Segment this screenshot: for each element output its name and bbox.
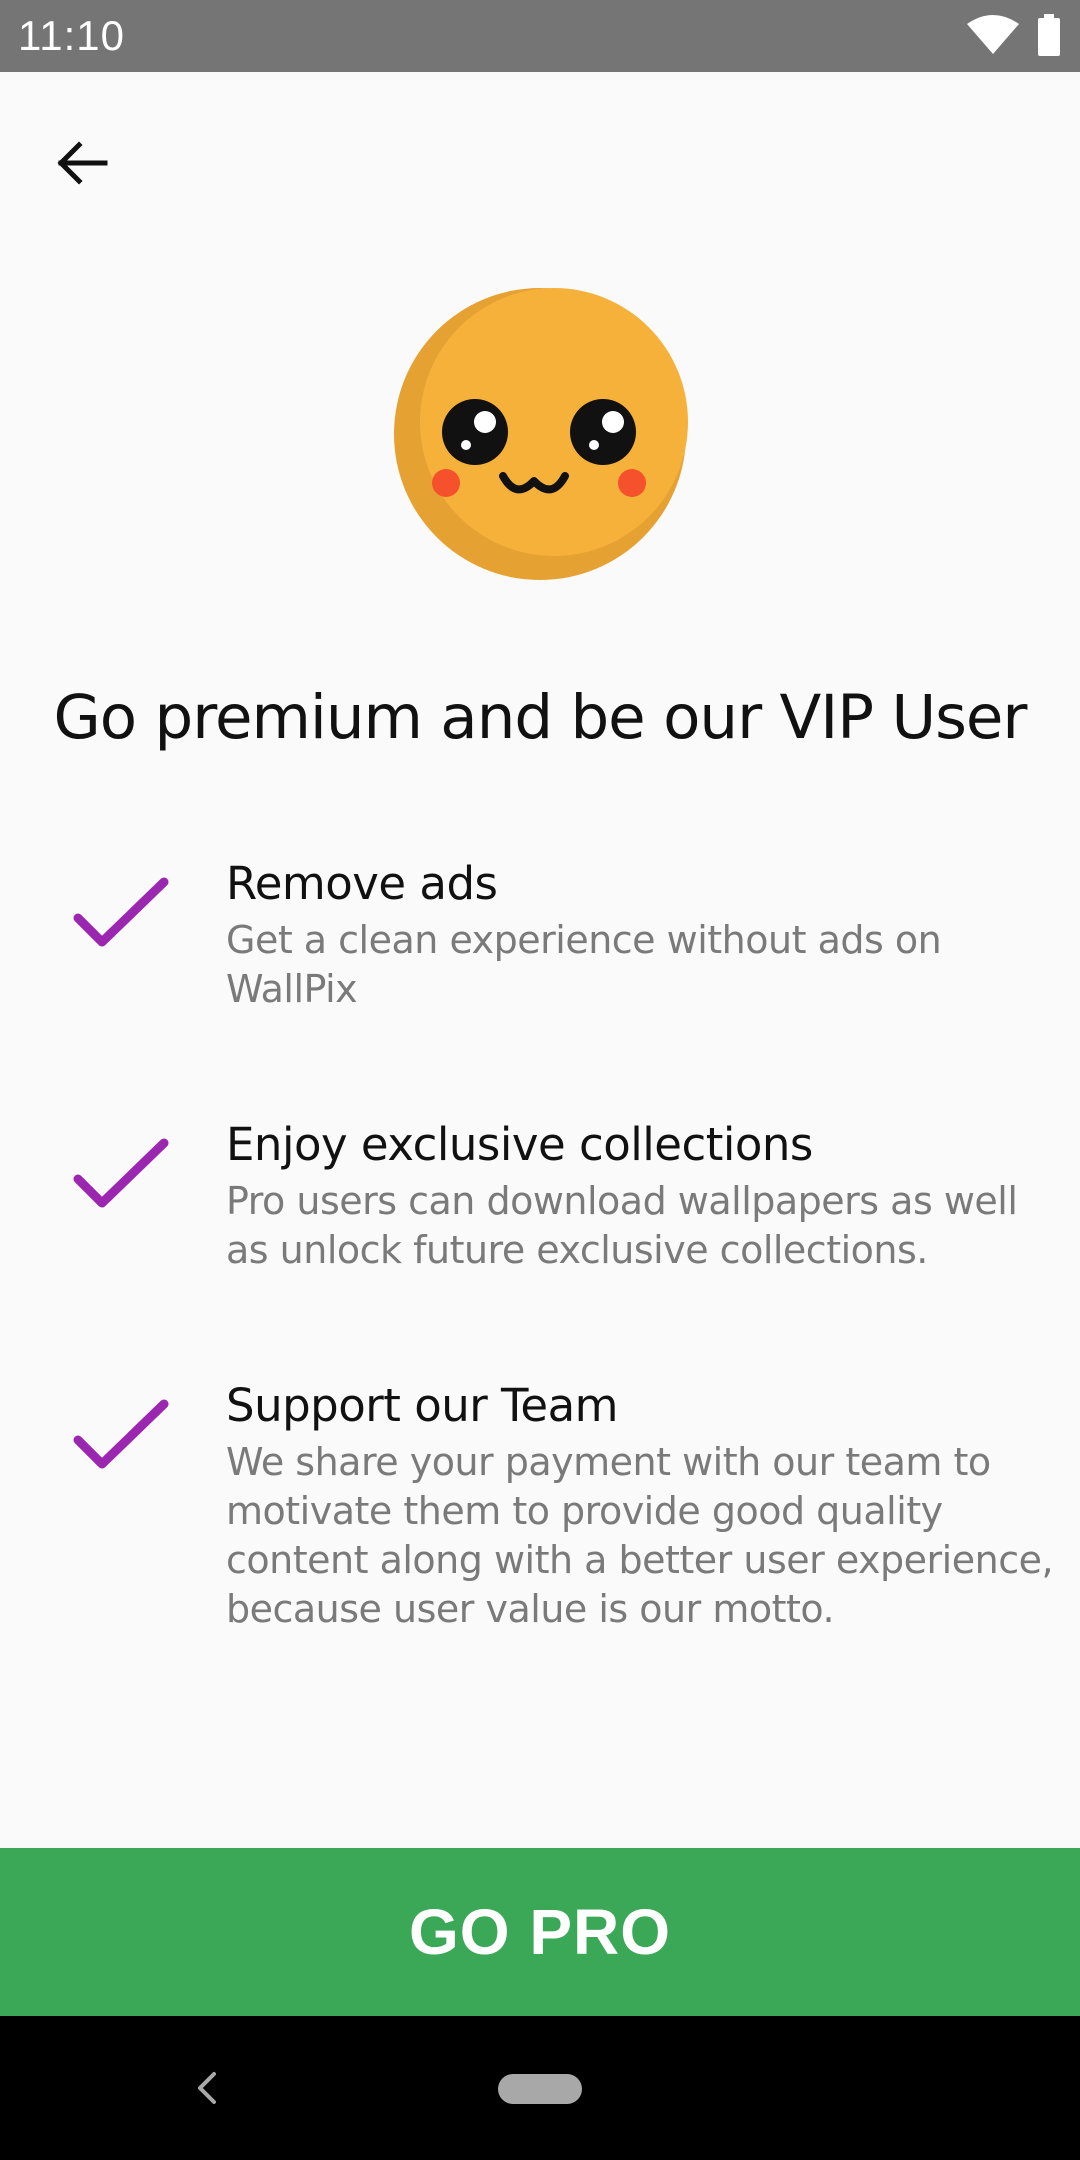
check-icon [73, 1138, 169, 1208]
kawaii-face-emoji [394, 288, 688, 580]
check-icon [73, 877, 169, 947]
page-title: Go premium and be our VIP User [53, 682, 1028, 753]
back-button[interactable] [40, 122, 122, 204]
battery-icon [1038, 14, 1060, 56]
feature-title: Remove ads [226, 857, 498, 910]
status-bar: 11:10 [0, 0, 1080, 72]
wifi-icon [967, 15, 1019, 54]
arrow-left-icon [57, 141, 108, 185]
feature-description: We share your payment with our team to m… [226, 1440, 1054, 1631]
feature-title: Support our Team [226, 1379, 619, 1432]
go-pro-button[interactable]: GO PRO [0, 1848, 1080, 2016]
nav-back-icon[interactable] [190, 2064, 224, 2112]
feature-support-team: Support our Team We share your payment w… [0, 1378, 1080, 1638]
feature-title: Enjoy exclusive collections [226, 1118, 813, 1171]
status-time: 11:10 [18, 12, 125, 59]
check-icon [73, 1399, 169, 1469]
feature-exclusive-collections: Enjoy exclusive collections Pro users ca… [0, 1117, 1080, 1287]
feature-description: Get a clean experience without ads on Wa… [226, 918, 942, 1011]
system-nav-bar [0, 2016, 1080, 2160]
feature-remove-ads: Remove ads Get a clean experience withou… [0, 856, 1080, 1026]
nav-home-pill[interactable] [498, 2074, 582, 2104]
feature-description: Pro users can download wallpapers as wel… [226, 1179, 1018, 1272]
